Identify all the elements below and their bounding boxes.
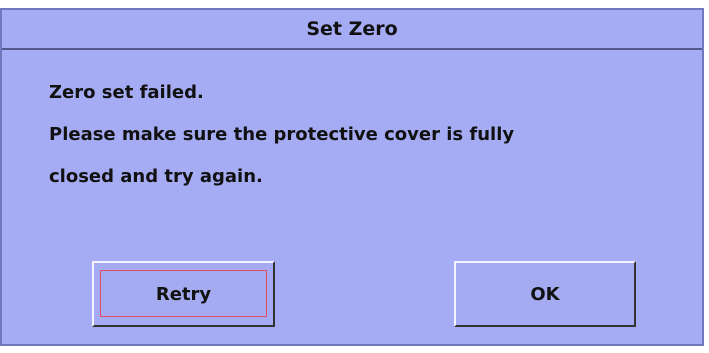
retry-button[interactable]: Retry xyxy=(92,261,275,327)
set-zero-dialog: Set Zero Zero set failed. Please make su… xyxy=(0,8,704,346)
message-line-2: Please make sure the protective cover is… xyxy=(49,124,515,145)
message-line-1: Zero set failed. xyxy=(49,82,204,103)
ok-button[interactable]: OK xyxy=(454,261,636,327)
dialog-title: Set Zero xyxy=(306,18,398,40)
ok-button-label: OK xyxy=(530,283,560,305)
retry-button-label: Retry xyxy=(155,283,212,305)
dialog-message: Zero set failed. Please make sure the pr… xyxy=(49,72,514,198)
message-line-3: closed and try again. xyxy=(49,166,263,187)
dialog-title-bar: Set Zero xyxy=(2,10,702,50)
